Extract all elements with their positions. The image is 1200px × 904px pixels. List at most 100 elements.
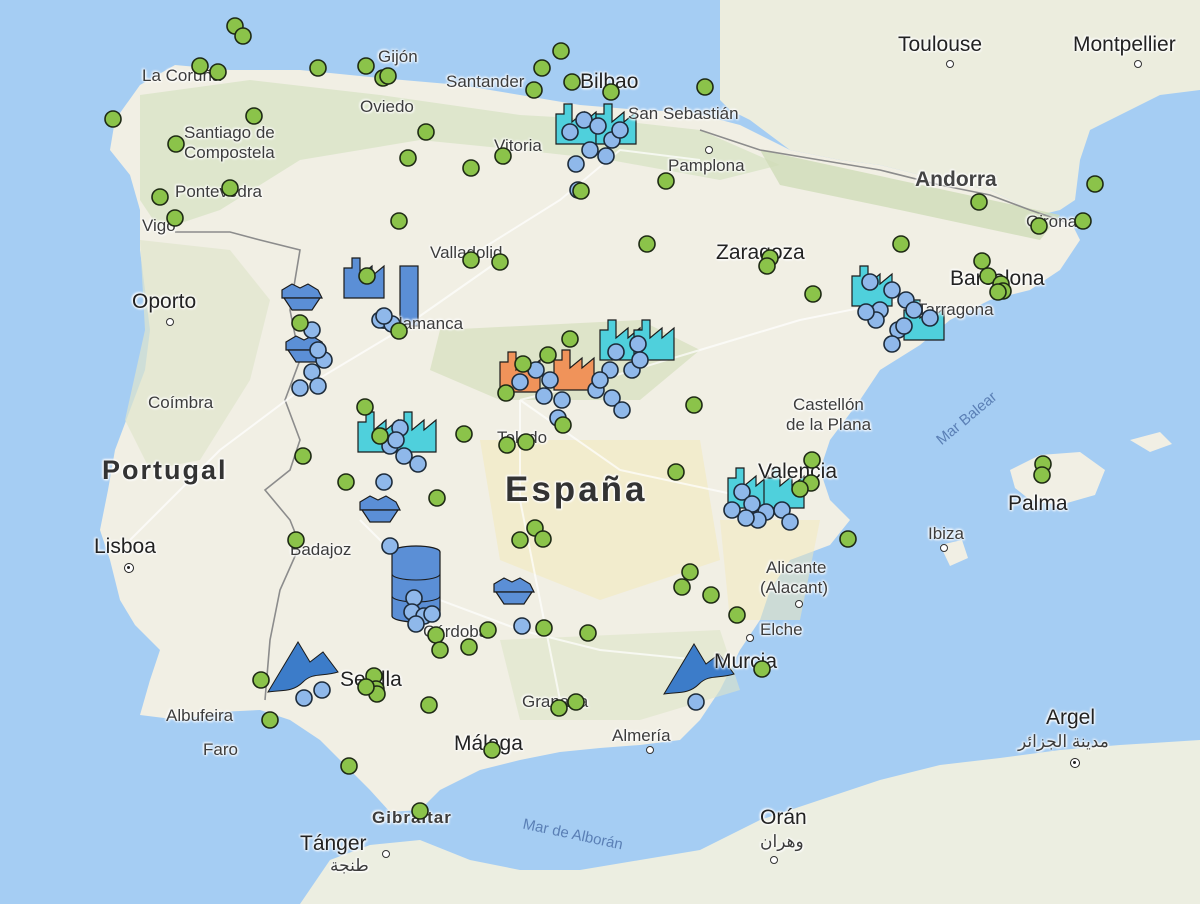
blue-circle-marker[interactable] [309, 377, 327, 395]
green-circle-marker[interactable] [804, 285, 822, 303]
green-circle-marker[interactable] [973, 252, 991, 270]
green-circle-marker[interactable] [483, 741, 501, 759]
green-circle-marker[interactable] [455, 425, 473, 443]
green-circle-marker[interactable] [552, 42, 570, 60]
blue-circle-marker[interactable] [313, 681, 331, 699]
green-circle-marker[interactable] [563, 73, 581, 91]
green-circle-marker[interactable] [673, 578, 691, 596]
map-canvas[interactable]: Toulouse Montpellier La Coruña Gijón San… [0, 0, 1200, 904]
blue-circle-marker[interactable] [895, 317, 913, 335]
blue-circle-marker[interactable] [631, 351, 649, 369]
green-circle-marker[interactable] [567, 693, 585, 711]
green-circle-marker[interactable] [657, 172, 675, 190]
green-circle-marker[interactable] [417, 123, 435, 141]
green-circle-marker[interactable] [561, 330, 579, 348]
blue-circle-marker[interactable] [597, 147, 615, 165]
green-circle-marker[interactable] [803, 451, 821, 469]
green-circle-marker[interactable] [291, 314, 309, 332]
blue-circle-marker[interactable] [781, 513, 799, 531]
green-circle-marker[interactable] [379, 67, 397, 85]
blue-circle-marker[interactable] [613, 401, 631, 419]
blue-circle-marker[interactable] [561, 123, 579, 141]
blue-circle-marker[interactable] [541, 371, 559, 389]
green-circle-marker[interactable] [514, 355, 532, 373]
green-circle-marker[interactable] [340, 757, 358, 775]
green-circle-marker[interactable] [579, 624, 597, 642]
green-circle-marker[interactable] [462, 159, 480, 177]
blue-circle-marker[interactable] [629, 335, 647, 353]
green-circle-marker[interactable] [151, 188, 169, 206]
green-circle-marker[interactable] [497, 384, 515, 402]
blue-circle-marker[interactable] [567, 155, 585, 173]
green-circle-marker[interactable] [420, 696, 438, 714]
green-circle-marker[interactable] [550, 699, 568, 717]
green-circle-marker[interactable] [399, 149, 417, 167]
green-circle-marker[interactable] [681, 563, 699, 581]
blue-circle-marker[interactable] [535, 387, 553, 405]
green-circle-marker[interactable] [491, 253, 509, 271]
green-circle-marker[interactable] [758, 257, 776, 275]
green-circle-marker[interactable] [356, 398, 374, 416]
blue-circle-marker[interactable] [375, 307, 393, 325]
blue-circle-marker[interactable] [513, 617, 531, 635]
blue-circle-marker[interactable] [883, 281, 901, 299]
green-circle-marker[interactable] [245, 107, 263, 125]
blue-circle-marker[interactable] [291, 379, 309, 397]
green-circle-marker[interactable] [431, 641, 449, 659]
green-circle-marker[interactable] [685, 396, 703, 414]
blue-circle-marker[interactable] [375, 473, 393, 491]
green-circle-marker[interactable] [1074, 212, 1092, 230]
green-circle-marker[interactable] [533, 59, 551, 77]
green-circle-marker[interactable] [209, 63, 227, 81]
blue-circle-marker[interactable] [381, 537, 399, 555]
blue-circle-marker[interactable] [905, 301, 923, 319]
green-circle-marker[interactable] [839, 530, 857, 548]
green-circle-marker[interactable] [1033, 466, 1051, 484]
green-circle-marker[interactable] [1030, 217, 1048, 235]
green-circle-marker[interactable] [309, 59, 327, 77]
green-circle-marker[interactable] [534, 530, 552, 548]
blue-circle-marker[interactable] [309, 341, 327, 359]
green-circle-marker[interactable] [511, 531, 529, 549]
green-circle-marker[interactable] [554, 416, 572, 434]
green-circle-marker[interactable] [638, 235, 656, 253]
green-circle-marker[interactable] [753, 660, 771, 678]
green-circle-marker[interactable] [462, 251, 480, 269]
green-circle-marker[interactable] [989, 283, 1007, 301]
green-circle-marker[interactable] [167, 135, 185, 153]
green-circle-marker[interactable] [728, 606, 746, 624]
green-circle-marker[interactable] [696, 78, 714, 96]
green-circle-marker[interactable] [358, 267, 376, 285]
green-circle-marker[interactable] [539, 346, 557, 364]
green-circle-marker[interactable] [221, 179, 239, 197]
green-circle-marker[interactable] [234, 27, 252, 45]
green-circle-marker[interactable] [791, 480, 809, 498]
green-circle-marker[interactable] [390, 212, 408, 230]
green-circle-marker[interactable] [191, 57, 209, 75]
green-circle-marker[interactable] [970, 193, 988, 211]
green-circle-marker[interactable] [892, 235, 910, 253]
green-circle-marker[interactable] [390, 322, 408, 340]
blue-circle-marker[interactable] [387, 431, 405, 449]
blue-circle-marker[interactable] [687, 693, 705, 711]
green-circle-marker[interactable] [427, 626, 445, 644]
blue-circle-marker[interactable] [409, 455, 427, 473]
green-circle-marker[interactable] [428, 489, 446, 507]
green-circle-marker[interactable] [357, 678, 375, 696]
green-circle-marker[interactable] [494, 147, 512, 165]
blue-circle-marker[interactable] [591, 371, 609, 389]
green-circle-marker[interactable] [357, 57, 375, 75]
green-circle-marker[interactable] [535, 619, 553, 637]
green-circle-marker[interactable] [667, 463, 685, 481]
blue-circle-marker[interactable] [883, 335, 901, 353]
blue-circle-marker[interactable] [511, 373, 529, 391]
green-circle-marker[interactable] [337, 473, 355, 491]
green-circle-marker[interactable] [498, 436, 516, 454]
blue-circle-marker[interactable] [857, 303, 875, 321]
green-circle-marker[interactable] [572, 182, 590, 200]
green-circle-marker[interactable] [411, 802, 429, 820]
green-circle-marker[interactable] [261, 711, 279, 729]
blue-circle-marker[interactable] [553, 391, 571, 409]
blue-circle-marker[interactable] [723, 501, 741, 519]
blue-circle-marker[interactable] [921, 309, 939, 327]
